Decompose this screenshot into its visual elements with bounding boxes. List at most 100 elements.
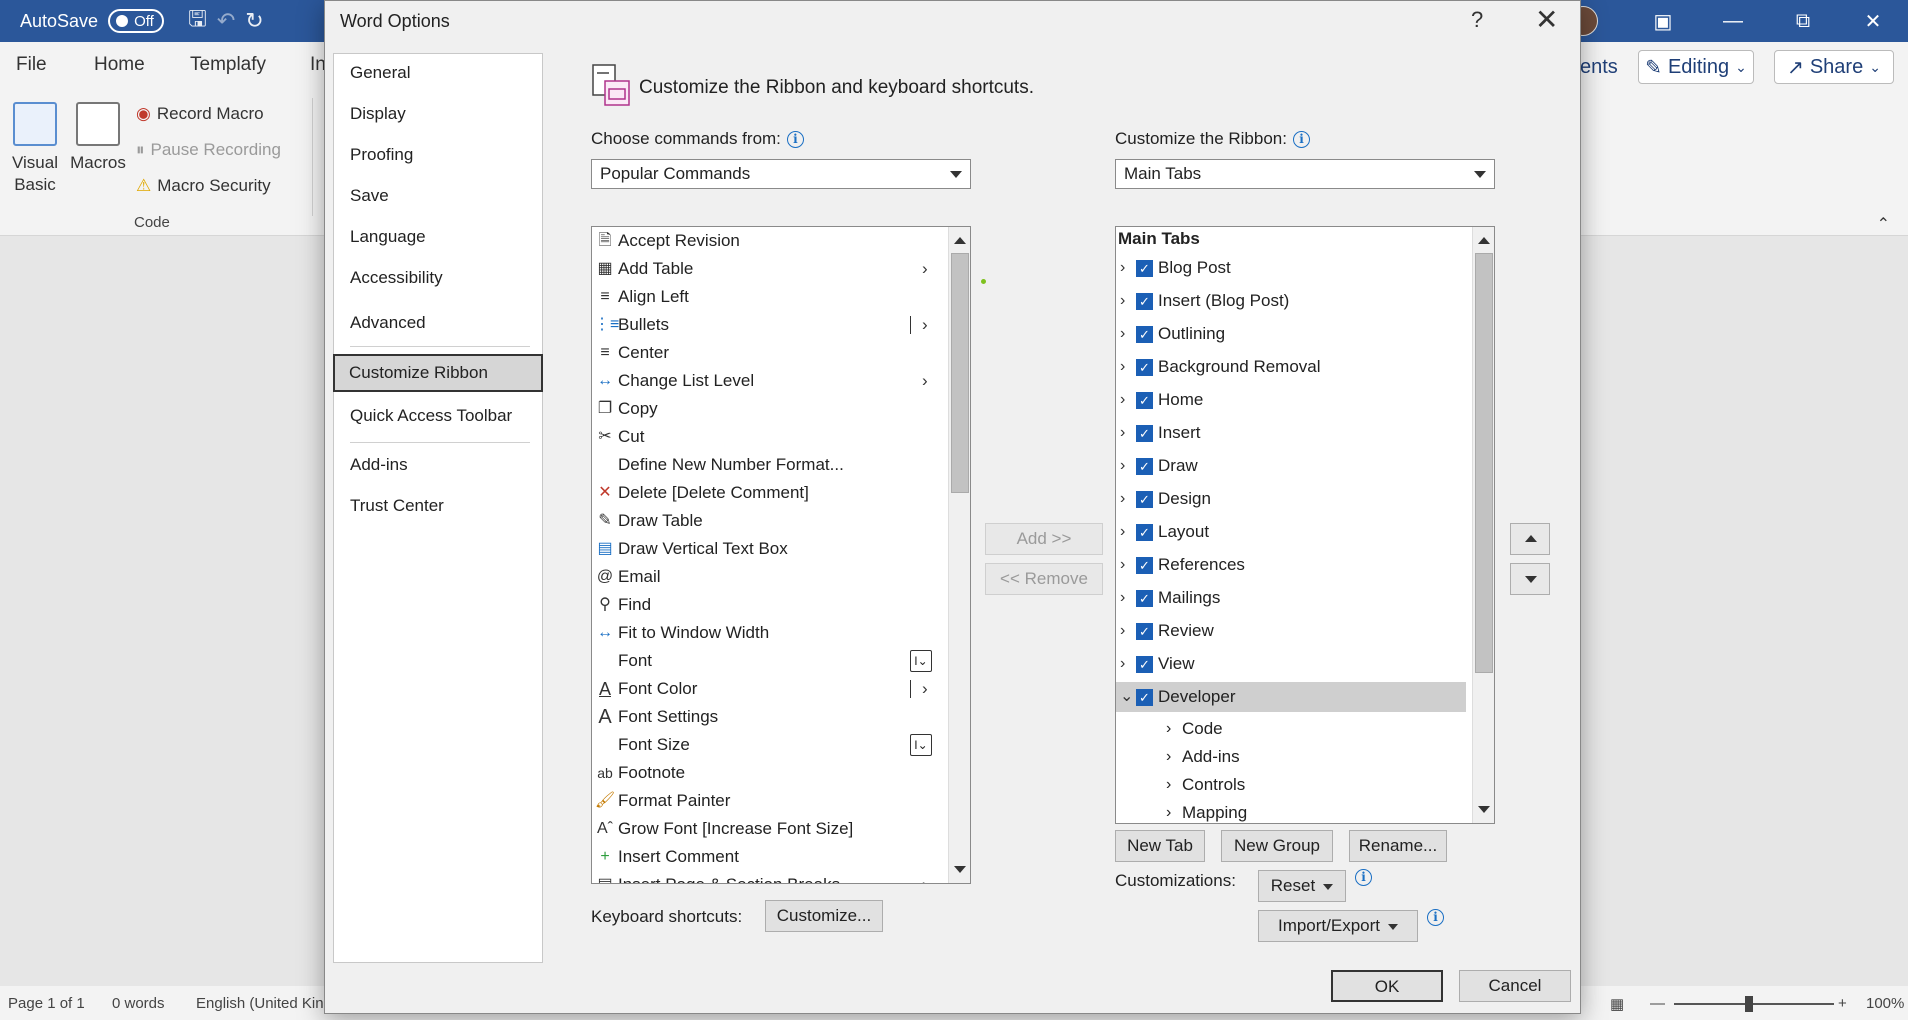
customize-shortcuts-button[interactable]: Customize... [765,900,883,932]
autosave-toggle[interactable]: Off [108,9,165,33]
chevron-right-icon[interactable]: › [1120,319,1125,349]
tab-item-draw[interactable]: › ✓ Draw [1116,451,1466,481]
macro-security-button[interactable]: ⚠ Macro Security [136,176,271,196]
collapse-ribbon-icon[interactable]: ⌃ [1877,214,1890,234]
list-item[interactable]: + Insert Comment [592,843,944,871]
page-count[interactable]: Page 1 of 1 [8,995,85,1012]
record-macro-button[interactable]: ◉ Record Macro [136,104,264,124]
nav-general[interactable]: General [334,54,542,92]
list-item[interactable]: ▤Insert Page & Section Breaks › [592,871,944,883]
zoom-slider-thumb[interactable] [1745,996,1753,1012]
tab-item-view[interactable]: › ✓ View [1116,649,1466,679]
list-item[interactable]: A Font Settings [592,703,944,731]
tab-item-blog-post[interactable]: › ✓ Blog Post [1116,253,1466,283]
list-item[interactable]: ▤ Draw Vertical Text Box [592,535,944,563]
list-item[interactable]: ❐ Copy [592,395,944,423]
chevron-right-icon[interactable]: › [1120,649,1125,679]
nav-quick-access-toolbar[interactable]: Quick Access Toolbar [334,397,542,435]
visual-basic-button[interactable]: Visual Basic [10,102,60,196]
share-button[interactable]: ↗ Share ⌄ [1774,50,1894,84]
checkbox-checked[interactable]: ✓ [1136,392,1153,409]
help-icon[interactable]: ? [1471,7,1483,33]
info-icon[interactable]: i [1355,869,1372,886]
chevron-right-icon[interactable]: › [1166,771,1171,799]
list-item[interactable]: Font I⌄ [592,647,944,675]
group-item-mapping[interactable]: › Mapping [1116,799,1466,823]
tab-item-insert[interactable]: › ✓ Insert [1116,418,1466,448]
scroll-down-arrow[interactable] [954,866,966,873]
undo-icon[interactable]: ↶ [217,8,235,34]
tab-item-review[interactable]: › ✓ Review [1116,616,1466,646]
ok-button[interactable]: OK [1331,970,1443,1002]
chevron-right-icon[interactable]: › [1120,253,1125,283]
reset-button[interactable]: Reset [1258,870,1346,902]
minimize-icon[interactable]: — [1698,10,1768,33]
nav-display[interactable]: Display [334,95,542,133]
import-export-button[interactable]: Import/Export [1258,910,1418,942]
checkbox-checked[interactable]: ✓ [1136,326,1153,343]
tab-item-background-removal[interactable]: › ✓ Background Removal [1116,352,1466,382]
list-item[interactable]: @ Email [592,563,944,591]
nav-trust-center[interactable]: Trust Center [334,487,542,525]
list-item[interactable]: ▦ Add Table › [592,255,944,283]
chevron-right-icon[interactable]: › [1120,550,1125,580]
restore-icon[interactable]: ⧉ [1768,10,1838,33]
menu-file[interactable]: File [16,54,47,76]
checkbox-checked[interactable]: ✓ [1136,425,1153,442]
checkbox-checked[interactable]: ✓ [1136,524,1153,541]
scroll-thumb[interactable] [1475,253,1493,673]
checkbox-checked[interactable]: ✓ [1136,491,1153,508]
chevron-right-icon[interactable]: › [1120,517,1125,547]
rename-button[interactable]: Rename... [1349,830,1447,862]
commands-scrollbar[interactable] [948,227,970,883]
list-item[interactable]: ≡ Center [592,339,944,367]
group-item-controls[interactable]: › Controls [1116,771,1466,799]
list-item[interactable]: ≡ Align Left [592,283,944,311]
list-item[interactable]: ↔ Change List Level › [592,367,944,395]
list-item[interactable]: Font Size I⌄ [592,731,944,759]
zoom-slider-track[interactable] [1674,1003,1834,1005]
scroll-thumb[interactable] [951,253,969,493]
checkbox-checked[interactable]: ✓ [1136,293,1153,310]
chevron-right-icon[interactable]: › [1120,418,1125,448]
list-item[interactable]: ↔ Fit to Window Width [592,619,944,647]
list-item[interactable]: 🗎 Accept Revision [592,227,944,255]
chevron-right-icon[interactable]: › [1120,451,1125,481]
menu-templafy[interactable]: Templafy [190,54,266,76]
macros-button[interactable]: Macros [70,102,126,174]
list-item[interactable]: ab Footnote [592,759,944,787]
checkbox-checked[interactable]: ✓ [1136,656,1153,673]
tabs-scrollbar[interactable] [1472,227,1494,823]
tab-item-insert-blog-post[interactable]: › ✓ Insert (Blog Post) [1116,286,1466,316]
list-item[interactable]: ✂ Cut [592,423,944,451]
list-item[interactable]: Aˆ Grow Font [Increase Font Size] [592,815,944,843]
customize-ribbon-select[interactable]: Main Tabs [1115,159,1495,189]
chevron-right-icon[interactable]: › [1166,743,1171,771]
list-item[interactable]: Define New Number Format... [592,451,944,479]
cancel-button[interactable]: Cancel [1459,970,1571,1002]
chevron-right-icon[interactable]: › [1120,484,1125,514]
editing-button[interactable]: ✎ Editing ⌄ [1638,50,1754,84]
move-down-button[interactable] [1510,563,1550,595]
word-count[interactable]: 0 words [112,995,165,1012]
list-item[interactable]: 🖌 Format Painter [592,787,944,815]
list-item[interactable]: ✕ Delete [Delete Comment] [592,479,944,507]
new-group-button[interactable]: New Group [1221,830,1333,862]
scroll-up-arrow[interactable] [1478,237,1490,244]
chevron-right-icon[interactable]: › [1166,799,1171,823]
checkbox-checked[interactable]: ✓ [1136,458,1153,475]
info-icon[interactable]: i [1427,909,1444,926]
checkbox-checked[interactable]: ✓ [1136,623,1153,640]
tab-item-mailings[interactable]: › ✓ Mailings [1116,583,1466,613]
menu-home[interactable]: Home [94,54,145,76]
group-item-add-ins[interactable]: › Add-ins [1116,743,1466,771]
tab-item-design[interactable]: › ✓ Design [1116,484,1466,514]
checkbox-checked[interactable]: ✓ [1136,590,1153,607]
nav-proofing[interactable]: Proofing [334,136,542,174]
chevron-right-icon[interactable]: › [1120,616,1125,646]
close-icon[interactable]: ✕ [1535,3,1558,36]
checkbox-checked[interactable]: ✓ [1136,689,1153,706]
language-status[interactable]: English (United Kin [196,995,324,1012]
chevron-right-icon[interactable]: › [1120,583,1125,613]
list-item[interactable]: ⋮≡ Bullets › [592,311,944,339]
